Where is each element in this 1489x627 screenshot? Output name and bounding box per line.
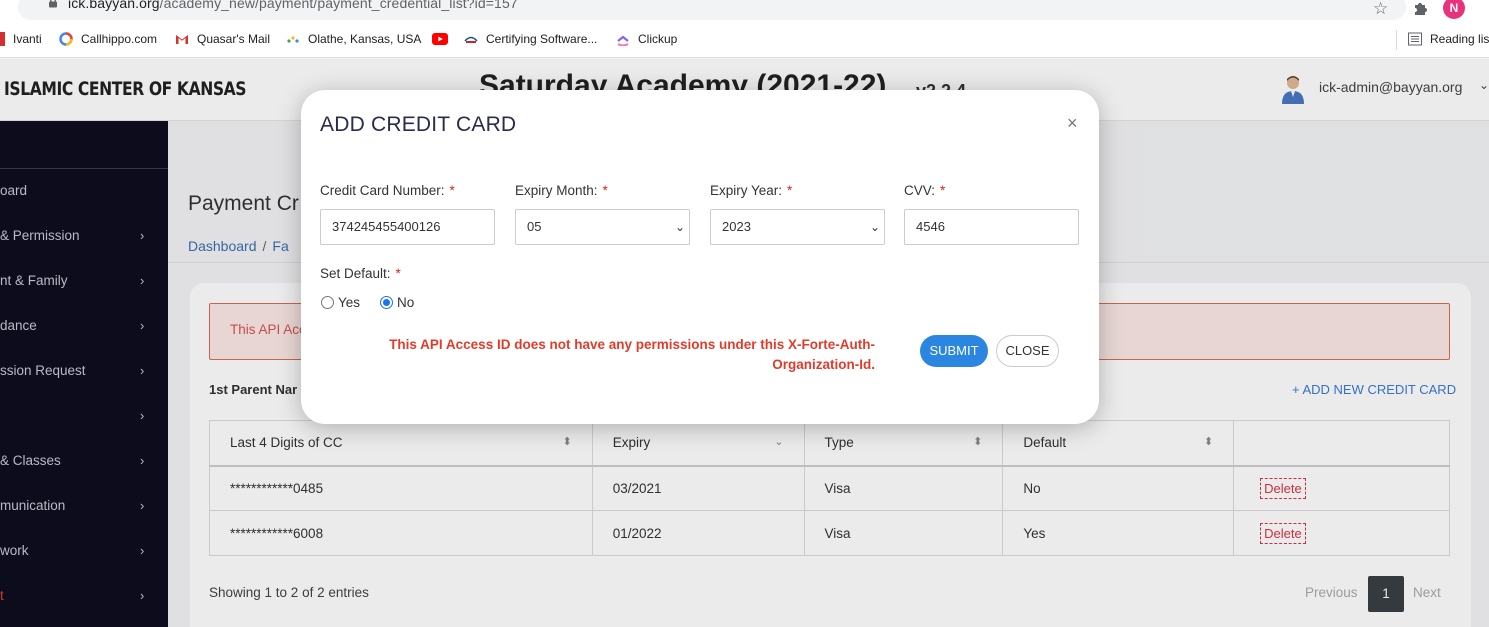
certifying-favicon-icon	[464, 36, 478, 43]
radio-label: Yes	[338, 295, 361, 310]
bookmark-clickup[interactable]: Clickup	[616, 32, 677, 46]
radio-circle[interactable]	[321, 296, 334, 309]
required-marker: *	[787, 183, 793, 198]
label-text: Expiry Month:	[515, 183, 598, 198]
url-host: ick.bayyan.org	[68, 0, 160, 11]
ivanti-favicon-icon	[0, 32, 5, 46]
bookmarks-divider	[1396, 30, 1397, 50]
bookmark-quasar-mail[interactable]: Quasar's Mail	[175, 32, 270, 46]
reading-list-icon	[1408, 32, 1422, 46]
cvv-input[interactable]: 4546	[904, 209, 1079, 245]
label-text: Set Default:	[320, 266, 391, 281]
callhippo-favicon-icon	[59, 32, 73, 46]
expiry-year-label: Expiry Year: *	[710, 183, 792, 198]
bookmark-label: Olathe, Kansas, USA	[308, 32, 422, 46]
radio-label: No	[397, 295, 415, 310]
browser-address-bar: ick.bayyan.org/academy_new/payment/payme…	[0, 0, 1489, 22]
url-text[interactable]: ick.bayyan.org/academy_new/payment/payme…	[68, 0, 518, 11]
weather-favicon-icon	[287, 36, 299, 43]
cc-number-label: Credit Card Number: *	[320, 183, 455, 198]
required-marker: *	[602, 183, 608, 198]
extensions-puzzle-icon[interactable]	[1412, 1, 1429, 17]
bookmark-label: Quasar's Mail	[197, 32, 270, 46]
bookmark-certifying[interactable]: Certifying Software...	[464, 32, 597, 46]
expiry-month-select[interactable]: 05 ⌄	[515, 209, 690, 245]
bookmark-label: Clickup	[638, 32, 678, 46]
selected-value: 05	[527, 219, 542, 234]
clickup-favicon-icon	[617, 35, 629, 46]
youtube-icon	[432, 33, 448, 45]
lock-icon	[49, 0, 57, 8]
gmail-favicon-icon	[176, 35, 188, 44]
profile-avatar-icon[interactable]: N	[1443, 0, 1465, 19]
radio-circle-checked[interactable]	[380, 296, 393, 309]
close-button[interactable]: CLOSE	[996, 335, 1059, 367]
reading-list-label: Reading lis	[1430, 32, 1489, 46]
add-credit-card-modal: ADD CREDIT CARD × Credit Card Number: * E…	[301, 90, 1099, 424]
label-text: CVV:	[904, 183, 936, 198]
expiry-year-select[interactable]: 2023 ⌄	[710, 209, 885, 245]
bookmark-label: Callhippo.com	[81, 32, 158, 46]
chevron-down-icon: ⌄	[869, 220, 880, 234]
default-yes-radio[interactable]: Yes	[321, 295, 360, 310]
default-no-radio[interactable]: No	[380, 295, 414, 310]
cvv-label: CVV: *	[904, 183, 945, 198]
bookmarks-bar: Ivanti Callhippo.com Quasar's Mail Olath…	[0, 22, 1489, 58]
bookmark-callhippo[interactable]: Callhippo.com	[59, 32, 157, 46]
url-bar[interactable]: ick.bayyan.org/academy_new/payment/payme…	[18, 0, 1406, 20]
bookmark-label: Ivanti	[13, 32, 42, 46]
required-marker: *	[940, 183, 946, 198]
set-default-label: Set Default: *	[320, 266, 401, 281]
url-path: /academy_new/payment/payment_credential_…	[159, 0, 518, 11]
label-text: Expiry Year:	[710, 183, 783, 198]
submit-button[interactable]: SUBMIT	[920, 335, 988, 367]
bookmark-star-icon[interactable]: ☆	[1373, 0, 1388, 17]
modal-title: ADD CREDIT CARD	[320, 113, 517, 136]
close-icon[interactable]: ×	[1067, 113, 1078, 134]
required-marker: *	[395, 266, 401, 281]
selected-value: 2023	[722, 219, 751, 234]
chevron-down-icon: ⌄	[674, 220, 685, 234]
label-text: Credit Card Number:	[320, 183, 445, 198]
reading-list-button[interactable]: Reading lis	[1408, 32, 1489, 46]
expiry-month-label: Expiry Month: *	[515, 183, 608, 198]
bookmark-olathe[interactable]: Olathe, Kansas, USA	[286, 32, 421, 46]
bookmark-label: Certifying Software...	[486, 32, 598, 46]
required-marker: *	[449, 183, 455, 198]
bookmark-ivanti[interactable]: Ivanti	[13, 32, 42, 46]
cc-number-input[interactable]: 374245455400126	[320, 209, 495, 245]
modal-error-message: This API Access ID does not have any per…	[389, 337, 875, 372]
bookmark-youtube[interactable]	[432, 32, 456, 46]
